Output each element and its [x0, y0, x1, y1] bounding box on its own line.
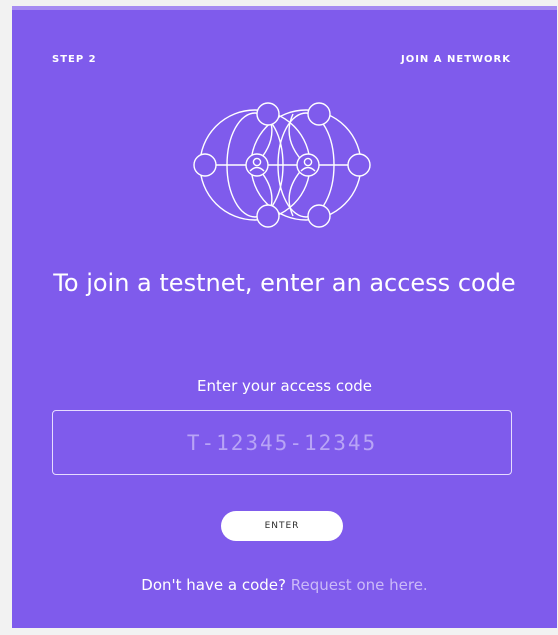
- access-code-input[interactable]: [52, 410, 512, 475]
- no-code-prompt: Don't have a code?: [141, 576, 286, 594]
- step-label: STEP 2: [52, 54, 97, 65]
- request-code-row: Don't have a code? Request one here.: [12, 576, 557, 594]
- access-code-label: Enter your access code: [196, 377, 372, 395]
- network-nodes-icon: [193, 102, 371, 228]
- enter-button[interactable]: ENTER: [221, 511, 343, 541]
- page-title: To join a testnet, enter an access code: [53, 269, 516, 297]
- section-label: JOIN A NETWORK: [400, 54, 511, 65]
- request-code-link[interactable]: Request one here.: [291, 576, 428, 594]
- join-network-card: STEP 2 JOIN A NETWORK To join a testnet,…: [12, 6, 557, 628]
